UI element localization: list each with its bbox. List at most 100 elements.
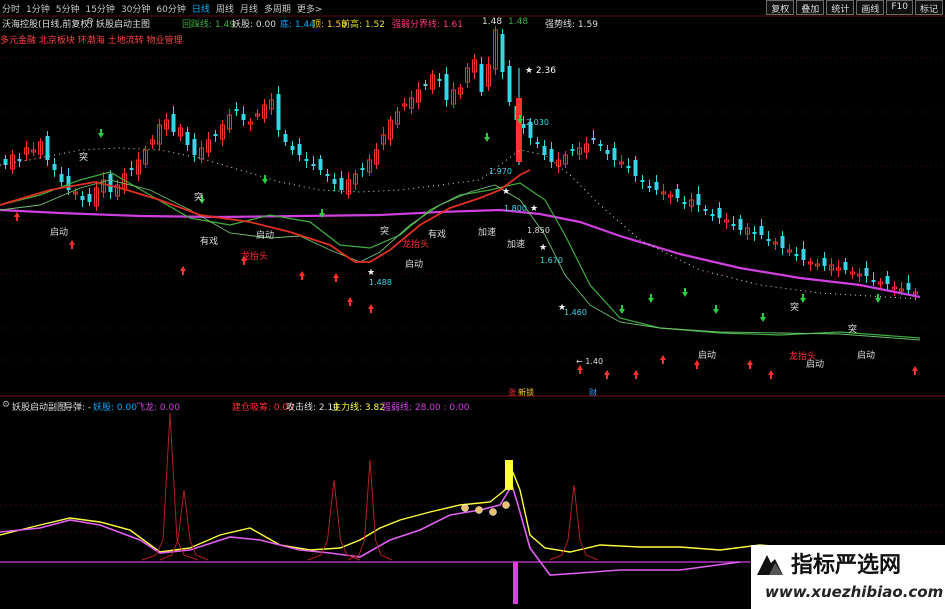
buy-arrow-icon [660,355,666,364]
candle-body [752,232,757,234]
candle-body [304,159,309,161]
daodan-value: 导弹: - [64,403,92,413]
signal-label-youxi: 有戏 [428,228,446,240]
marker-cai: 财 [589,387,597,397]
watermark-logo-icon [757,555,783,575]
signal-label-tu: 突 [79,151,88,163]
sell-arrow-icon [713,305,719,314]
candle-body [843,262,848,270]
candle-body [710,214,715,216]
candle-body [213,134,218,136]
signal-label-youxi: 有戏 [200,235,218,247]
candle-body [437,79,442,81]
candle-body [276,94,281,130]
signal-bar-yellow [505,460,513,490]
signal-label-tu: 突 [790,301,799,313]
candle-body [52,164,57,170]
candle-body [507,66,512,102]
lower-settings-icon[interactable]: ⚙ [2,400,10,410]
buy-arrow-icon [180,266,186,275]
price-label: 1.850 [527,226,550,235]
candle-body [682,202,687,204]
candle-body [598,144,603,146]
signal-label-qidong: 启动 [698,349,716,361]
signal-label-qidong: 启动 [405,258,423,270]
candle-body [129,168,134,170]
buy-arrow-icon [912,366,918,375]
candle-body [696,194,701,205]
gongji-value: 攻击线: 2.10 [286,403,339,413]
candle-body [766,239,771,241]
candle-body [906,283,911,290]
feilong-value: 飞龙: 0.00 [136,403,180,413]
signal-label-jiasu: 加速 [507,239,525,250]
sell-arrow-icon [875,294,881,303]
candle-body [311,164,316,166]
star-icon: ★ [539,243,547,253]
candle-body [325,174,330,176]
candle-body [780,236,785,248]
buy-arrow-icon [604,370,610,379]
signal-label-qidong: 启动 [256,229,274,241]
candle-body [171,114,176,132]
candle-body [864,268,869,276]
sell-arrow-icon [484,133,490,142]
candle-body [885,276,890,284]
peak-line [347,459,393,561]
candle-body [479,64,484,92]
star-icon: ★ [558,303,566,313]
coin-marker-icon [475,506,483,514]
kline-chart[interactable]: ★ 2.36 2.030 1.850 1.670 1.460 1.488 1.800 1.97… [0,0,945,609]
signal-label-qidong: 启动 [857,349,875,361]
stock-chart-app: 分时 1分钟 5分钟 15分钟 30分钟 60分钟 日线 周线 月线 多周期 更多> 复权 叠加 统计画… [0,0,945,609]
candle-body [647,186,652,188]
signal-label-tu: 突 [848,323,857,335]
candle-body [654,182,659,190]
candle-body [703,209,708,211]
buy-arrow-icon [633,370,639,379]
candle-body [192,139,197,155]
price-label: 1.488 [369,278,392,287]
signal-label-qidong: 启动 [50,226,68,238]
candle-body [801,249,806,260]
candle-body [542,146,547,155]
candle-body [332,179,337,184]
candle-body [297,144,302,155]
candle-body [612,148,617,160]
candle-body [500,34,505,72]
candle-body [339,178,344,190]
candle-body [241,114,246,120]
signal-label-longtaitou: 龙抬头 [789,350,816,362]
candle-body [731,224,736,226]
lower-indicator-name[interactable]: 妖股启动副图 [12,400,66,413]
spike-body [516,98,522,162]
high-price-label: ★ 2.36 [525,66,556,76]
price-label: 1.970 [489,167,512,176]
candle-body [591,138,596,140]
candle-body [185,132,190,145]
buy-arrow-icon [368,304,374,313]
buy-arrow-icon [333,273,339,282]
candle-body [626,166,631,168]
candle-body [87,194,92,202]
signal-label-tu: 突 [380,225,389,237]
candle-body [521,124,526,128]
sell-arrow-icon [760,313,766,322]
signal-label-tu: 突 [194,191,203,203]
price-label: 1.670 [540,256,563,265]
candle-body [66,176,71,190]
sell-arrow-icon [619,305,625,314]
signal-label-longtaitou: 龙抬头 [402,238,429,250]
watermark-title: 指标严选网 [791,553,902,578]
zhuli-value: 主力线: 3.82 [332,403,385,413]
buy-arrow-icon [694,360,700,369]
candle-body [640,180,645,182]
buy-arrow-icon [747,360,753,369]
star-icon: ★ [530,204,538,214]
watermark-url: www.xuezhibiao.com [765,583,944,601]
sell-arrow-icon [98,129,104,138]
candle-body [283,134,288,142]
candle-body [759,226,764,235]
buy-arrow-icon [577,365,583,374]
lower-yaogu-value: 妖股: 0.00 [93,403,137,413]
